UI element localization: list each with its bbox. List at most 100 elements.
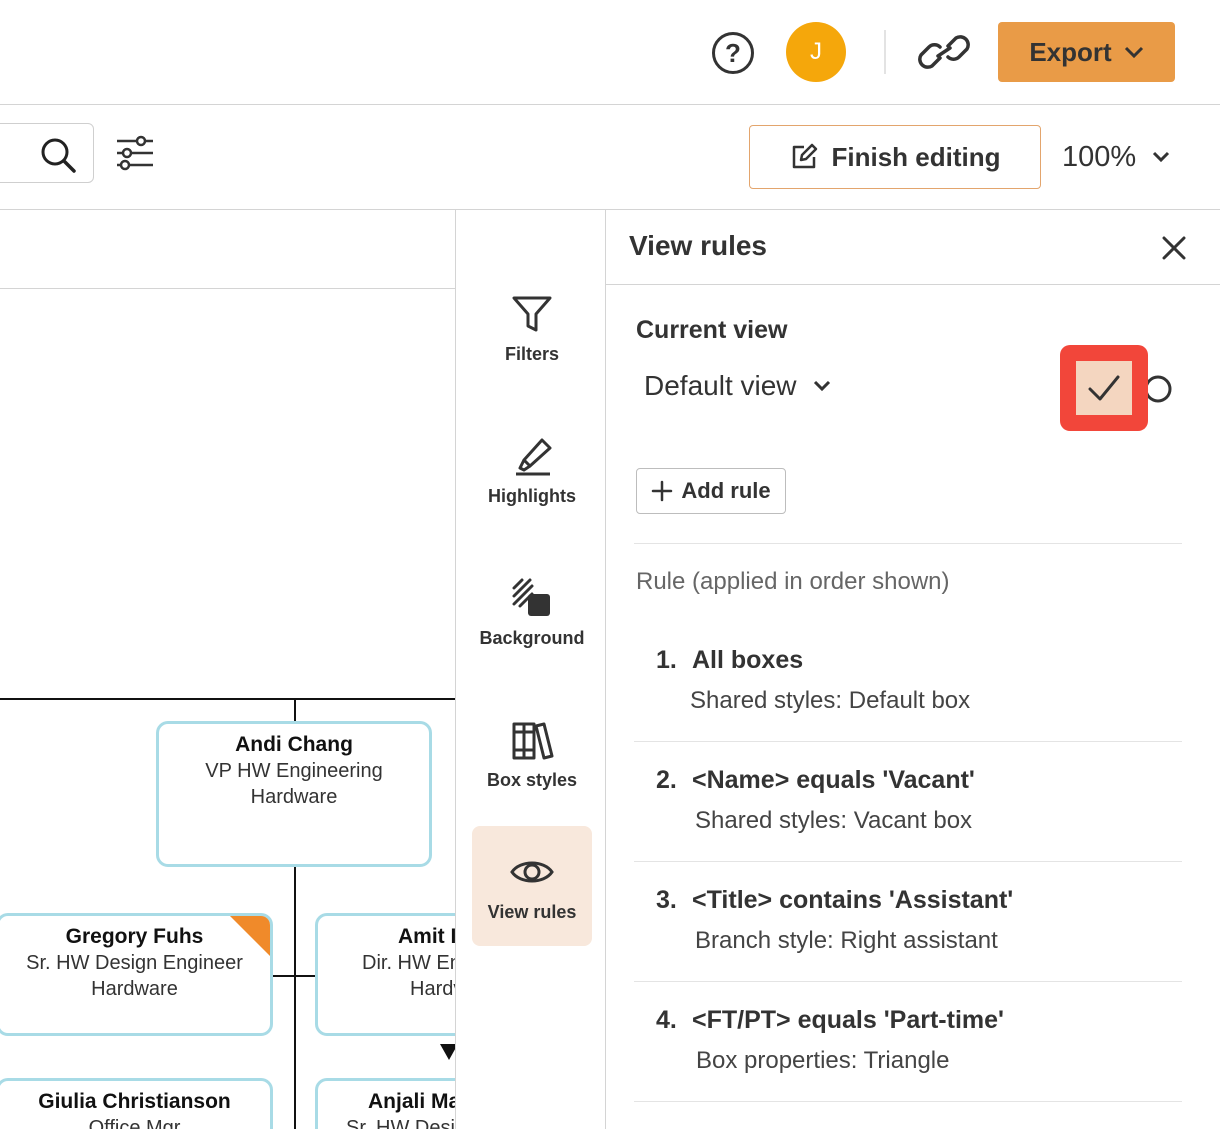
org-box-giulia-christianson[interactable]: Giulia Christianson Office Mgr <box>0 1078 273 1129</box>
rule-number: 1. <box>656 646 677 674</box>
assistant-corner-flag <box>230 916 270 956</box>
rule-item[interactable]: 3. <Title> contains 'Assistant' Branch st… <box>656 886 1176 955</box>
apply-view-button[interactable] <box>1060 345 1148 431</box>
share-link-button[interactable] <box>918 28 970 76</box>
box-title: Sr. HW Desic <box>346 1117 456 1129</box>
question-mark-icon: ? <box>725 37 741 68</box>
chevron-down-icon <box>1124 46 1143 59</box>
org-box-andi-chang[interactable]: Andi Chang VP HW Engineering Hardware <box>156 721 432 867</box>
box-title: Dir. HW En <box>362 952 456 974</box>
rule-number: 4. <box>656 1006 677 1034</box>
link-icon <box>918 35 970 69</box>
rail-label: View rules <box>487 901 577 922</box>
box-title: Office Mgr <box>88 1117 181 1129</box>
top-bar: ? J Export <box>0 0 1220 105</box>
rail-item-filters[interactable]: Filters <box>472 268 592 388</box>
divider <box>634 981 1182 982</box>
view-rules-panel: View rules Current view Default view Add… <box>606 210 1220 1129</box>
box-department: Hardware <box>91 978 178 1000</box>
rule-description: Branch style: Right assistant <box>695 927 998 954</box>
box-title: VP HW Engineering <box>205 760 383 782</box>
rail-label: Box styles <box>486 769 578 790</box>
rule-description: Box properties: Triangle <box>696 1047 950 1074</box>
rail-item-view-rules[interactable]: View rules <box>472 826 592 946</box>
current-view-value: Default view <box>644 370 797 401</box>
add-rule-button[interactable]: Add rule <box>636 468 786 514</box>
box-department: Hardv <box>410 978 456 1000</box>
zoom-select[interactable]: 100% <box>1062 135 1170 179</box>
plus-icon <box>652 480 673 502</box>
org-chart-canvas[interactable]: Andi Chang VP HW Engineering Hardware Gr… <box>0 210 456 1129</box>
rail-item-background[interactable]: Background <box>472 552 592 672</box>
rule-title: All boxes <box>692 646 804 674</box>
rail-item-highlights[interactable]: Highlights <box>472 410 592 530</box>
reset-icon <box>1144 375 1172 403</box>
box-name: Amit I <box>398 925 456 948</box>
part-time-triangle-icon <box>440 1044 456 1060</box>
reset-view-button[interactable] <box>1144 374 1172 404</box>
rail-label: Background <box>479 627 585 648</box>
connector-line <box>0 698 456 700</box>
connector-line <box>272 975 316 977</box>
rail-label: Filters <box>504 343 560 364</box>
close-icon <box>1162 236 1186 260</box>
rule-description: Shared styles: Vacant box <box>695 807 973 834</box>
box-department: Hardware <box>250 786 338 808</box>
funnel-icon <box>512 296 552 331</box>
add-rule-label: Add rule <box>681 478 771 503</box>
edit-icon <box>792 143 817 169</box>
connector-line <box>294 698 296 722</box>
highlighter-icon <box>516 438 552 475</box>
background-pattern-icon <box>512 578 550 616</box>
org-box-gregory-fuhs[interactable]: Gregory Fuhs Sr. HW Design Engineer Hard… <box>0 913 273 1036</box>
rule-title: <Name> equals 'Vacant' <box>692 766 975 794</box>
box-name: Anjali Ma <box>368 1090 456 1113</box>
canvas-divider <box>0 288 456 289</box>
divider <box>634 741 1182 742</box>
chevron-down-icon <box>813 380 830 392</box>
zoom-level: 100% <box>1062 140 1137 173</box>
avatar-initial: J <box>810 38 822 65</box>
rule-item[interactable]: 1. All boxes Shared styles: Default box <box>656 646 1176 715</box>
rule-title: <FT/PT> equals 'Part-time' <box>692 1006 1004 1034</box>
rail-item-box-styles[interactable]: Box styles <box>472 694 592 814</box>
divider <box>634 1101 1182 1102</box>
user-avatar[interactable]: J <box>786 22 846 82</box>
chevron-down-icon <box>1153 151 1170 163</box>
rule-title: <Title> contains 'Assistant' <box>692 886 1014 914</box>
export-label: Export <box>1029 36 1112 67</box>
filter-settings-button[interactable] <box>114 132 156 174</box>
divider <box>634 543 1182 544</box>
export-button[interactable]: Export <box>998 22 1175 82</box>
divider <box>884 30 886 74</box>
books-icon <box>512 722 554 759</box>
org-box-amit[interactable]: Amit I Dir. HW En Hardv <box>315 913 456 1036</box>
box-name: Andi Chang <box>235 733 353 756</box>
toolbar: Finish editing 100% <box>0 105 1220 210</box>
rule-number: 3. <box>656 886 677 914</box>
search-input[interactable] <box>0 123 94 183</box>
rule-item[interactable]: 4. <FT/PT> equals 'Part-time' Box propert… <box>656 1006 1176 1075</box>
rule-item[interactable]: 2. <Name> equals 'Vacant' Shared styles: … <box>656 766 1176 835</box>
eye-icon <box>510 861 554 882</box>
rule-description: Shared styles: Default box <box>690 687 971 714</box>
checkmark-icon <box>1088 375 1120 401</box>
current-view-label: Current view <box>636 316 788 344</box>
help-button[interactable]: ? <box>712 32 754 74</box>
panel-title: View rules <box>629 230 768 261</box>
current-view-select[interactable]: Default view <box>644 370 831 402</box>
org-box-anjali[interactable]: Anjali Ma Sr. HW Desic <box>315 1078 456 1129</box>
panel-header: View rules <box>606 210 1220 285</box>
connector-line <box>294 866 296 1129</box>
close-panel-button[interactable] <box>1160 234 1188 262</box>
finish-editing-label: Finish editing <box>831 141 1001 172</box>
rule-number: 2. <box>656 766 677 794</box>
finish-editing-button[interactable]: Finish editing <box>749 125 1041 189</box>
tool-rail: Filters Highlights Background Box styles… <box>455 210 606 1129</box>
rail-label: Highlights <box>488 485 576 506</box>
rules-heading: Rule (applied in order shown) <box>636 568 950 595</box>
sliders-icon <box>117 135 153 171</box>
divider <box>634 861 1182 862</box>
box-name: Giulia Christianson <box>38 1090 231 1113</box>
search-icon[interactable] <box>39 136 77 174</box>
